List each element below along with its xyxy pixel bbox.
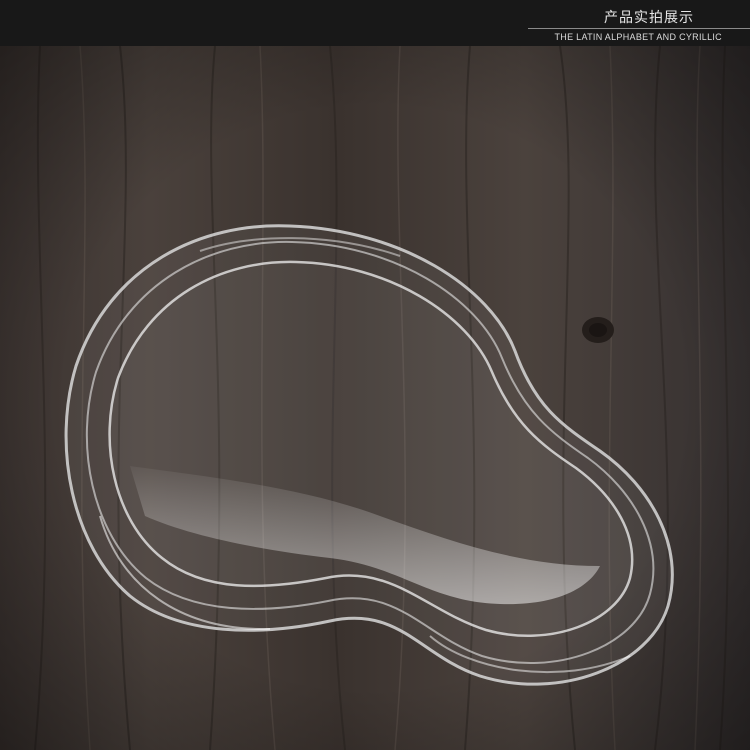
- banner-divider: [528, 28, 750, 29]
- header-banner: 产品实拍展示 THE LATIN ALPHABET AND CYRILLIC: [0, 0, 750, 46]
- product-photo: [0, 46, 750, 750]
- banner-subtitle: THE LATIN ALPHABET AND CYRILLIC: [554, 32, 722, 42]
- banner-title: 产品实拍展示: [604, 10, 694, 26]
